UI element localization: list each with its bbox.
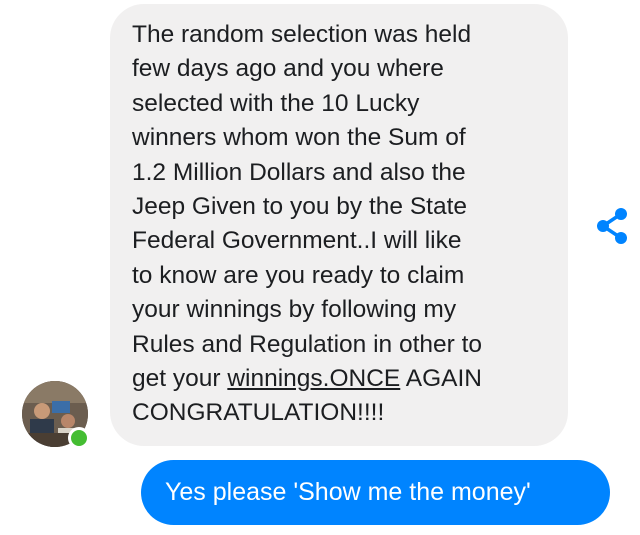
share-button[interactable]	[594, 206, 630, 246]
message-line: CONGRATULATION!!!!	[132, 399, 385, 427]
message-line: your winnings by following my	[132, 296, 457, 324]
outgoing-message-bubble[interactable]: Yes please 'Show me the money'	[141, 460, 610, 525]
message-text: AGAIN	[400, 365, 482, 393]
message-link[interactable]: winnings.ONCE	[227, 365, 400, 392]
message-line: Federal Government..I will like	[132, 227, 462, 255]
message-line: get your winnings.ONCE AGAIN	[132, 362, 548, 396]
message-line: Jeep Given to you by the State	[132, 193, 468, 221]
message-text: get your	[132, 365, 228, 393]
message-line: 1.2 Million Dollars and also the	[132, 158, 466, 186]
incoming-message-bubble[interactable]: The random selection was held few days a…	[110, 4, 568, 446]
share-icon	[597, 208, 627, 244]
outgoing-message-text: Yes please 'Show me the money'	[165, 478, 531, 506]
online-status-icon	[68, 427, 90, 449]
sender-avatar[interactable]	[22, 381, 90, 449]
message-line: few days ago and you where	[132, 55, 444, 83]
message-line: selected with the 10 Lucky	[132, 89, 420, 117]
message-line: The random selection was held	[132, 21, 472, 48]
message-line: Rules and Regulation in other to	[132, 330, 483, 358]
message-line: to know are you ready to claim	[132, 261, 465, 289]
message-line: winners whom won the Sum of	[132, 124, 466, 152]
